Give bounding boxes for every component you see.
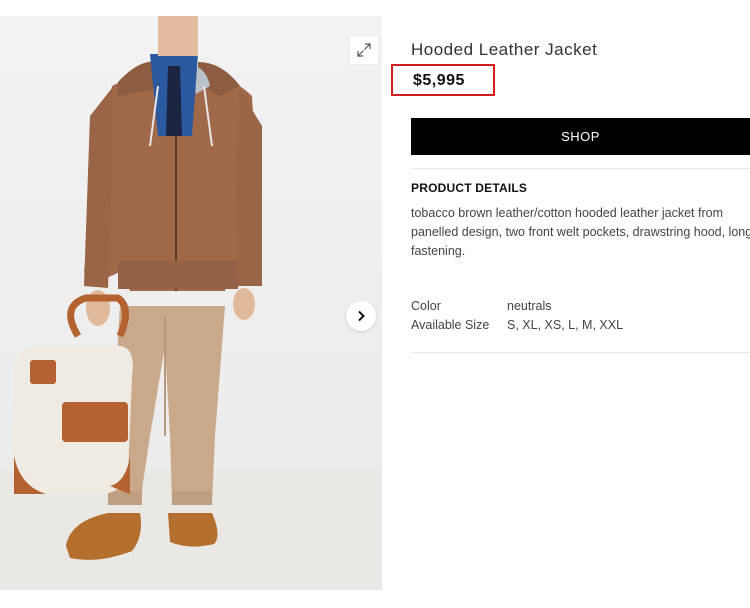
divider [411,168,750,169]
product-image-gallery [0,16,382,590]
attribute-row-size: Available Size S, XL, XS, L, M, XXL [411,316,623,335]
product-price: $5,995 [413,72,465,89]
product-title: Hooded Leather Jacket [411,40,598,59]
attribute-value: neutrals [507,299,552,313]
description-line: fastening. [411,244,466,258]
description-line: panelled design, two front welt pockets,… [411,225,750,239]
attribute-label: Available Size [411,318,490,332]
attribute-value: S, XL, XS, L, M, XXL [507,318,624,332]
attribute-row-color: Color neutrals [411,297,623,316]
chevron-right-icon [358,310,365,322]
product-details-heading: PRODUCT DETAILS [411,181,528,195]
attribute-label: Color [411,299,441,313]
shop-button[interactable]: SHOP [411,118,750,155]
product-attributes: Color neutrals Available Size S, XL, XS,… [411,297,623,335]
expand-icon [357,43,371,57]
expand-image-button[interactable] [350,36,378,64]
next-image-button[interactable] [346,301,376,331]
divider [411,352,750,353]
product-description: tobacco brown leather/cotton hooded leat… [411,204,750,261]
description-line: tobacco brown leather/cotton hooded leat… [411,206,723,220]
product-photo[interactable] [0,16,382,590]
